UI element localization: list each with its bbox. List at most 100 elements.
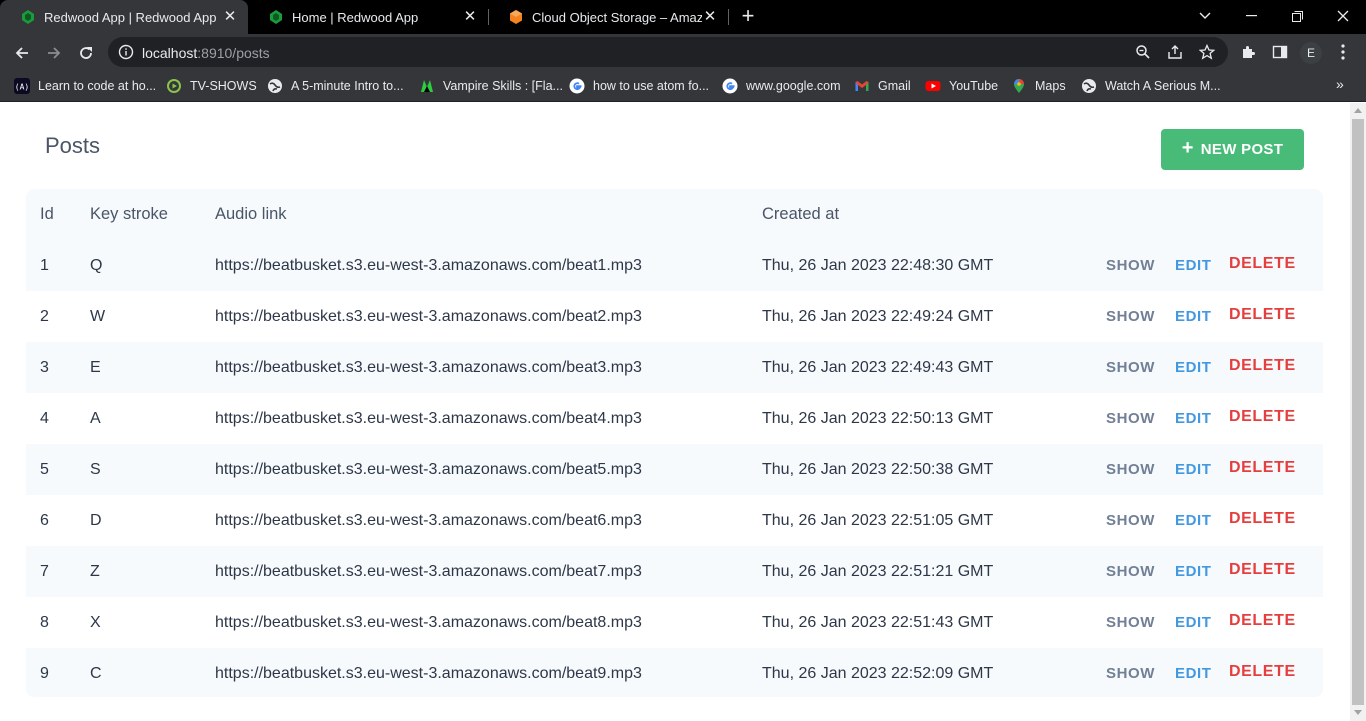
delete-button[interactable]: DELETE	[1229, 597, 1296, 648]
tab-search-icon[interactable]	[1182, 0, 1228, 30]
show-link[interactable]: SHOW	[1106, 342, 1155, 393]
table-row: 5 Shttps://beatbusket.s3.eu-west-3.amazon…	[26, 444, 1323, 495]
cell-created-at: Thu, 26 Jan 2023 22:50:38 GMT	[762, 461, 994, 478]
bookmark-watch-serious[interactable]: Watch A Serious M...	[1081, 76, 1221, 96]
delete-button[interactable]: DELETE	[1229, 444, 1296, 495]
table-header: Id Key stroke Audio link Created at	[26, 189, 1323, 240]
bookmark-label: Vampire Skills : [Fla...	[443, 79, 563, 93]
delete-button[interactable]: DELETE	[1229, 393, 1296, 444]
forward-icon[interactable]	[40, 38, 68, 66]
tab-strip: Redwood App | Redwood App ✕ Home | Redwo…	[0, 0, 1366, 34]
edit-link[interactable]: EDIT	[1175, 546, 1212, 597]
vertical-scrollbar[interactable]	[1350, 103, 1366, 721]
scroll-down-icon[interactable]	[1354, 710, 1362, 715]
scroll-up-icon[interactable]	[1354, 108, 1362, 113]
restore-icon[interactable]	[1274, 0, 1320, 30]
bookmark-label: Maps	[1035, 79, 1066, 93]
play-icon	[167, 79, 181, 93]
cell-created-at: Thu, 26 Jan 2023 22:51:21 GMT	[762, 563, 994, 580]
cell-id: 1	[40, 257, 49, 274]
tab-title: Cloud Object Storage – Amazon	[532, 9, 702, 25]
table-row: 4 Ahttps://beatbusket.s3.eu-west-3.amazon…	[26, 393, 1323, 444]
cell-id: 3	[40, 359, 49, 376]
tab-redwood-app[interactable]: Redwood App | Redwood App ✕	[0, 0, 248, 34]
show-link[interactable]: SHOW	[1106, 393, 1155, 444]
table-row: 3 Ehttps://beatbusket.s3.eu-west-3.amazon…	[26, 342, 1323, 393]
bookmark-star-icon[interactable]	[1199, 44, 1215, 60]
redwood-icon	[270, 10, 282, 24]
show-link[interactable]: SHOW	[1106, 597, 1155, 648]
svg-text:(A): (A)	[15, 83, 29, 92]
header-id: Id	[40, 205, 54, 223]
bookmark-learn-to-code[interactable]: (A) Learn to code at ho...	[14, 76, 156, 96]
bookmark-maps[interactable]: Maps	[1011, 76, 1066, 96]
url-path: :8910/posts	[197, 45, 270, 61]
tab-home-redwood[interactable]: Home | Redwood App ✕	[248, 0, 488, 34]
delete-button[interactable]: DELETE	[1229, 291, 1296, 342]
close-tab-icon[interactable]: ✕	[462, 9, 478, 25]
bookmark-youtube[interactable]: YouTube	[925, 76, 998, 96]
cell-key-stroke: D	[90, 512, 102, 529]
tab-title: Redwood App | Redwood App	[44, 9, 217, 25]
reload-icon[interactable]	[72, 38, 100, 66]
edit-link[interactable]: EDIT	[1175, 240, 1212, 291]
address-bar[interactable]: localhost:8910/posts	[108, 37, 1228, 67]
close-window-icon[interactable]	[1320, 0, 1366, 30]
edit-link[interactable]: EDIT	[1175, 495, 1212, 546]
tab-cloud-storage[interactable]: Cloud Object Storage – Amazon ✕	[488, 0, 728, 34]
bookmark-label: Gmail	[878, 79, 911, 93]
edit-link[interactable]: EDIT	[1175, 393, 1212, 444]
extensions-icon[interactable]	[1240, 44, 1256, 60]
bookmark-label: TV-SHOWS	[190, 79, 257, 93]
edit-link[interactable]: EDIT	[1175, 444, 1212, 495]
show-link[interactable]: SHOW	[1106, 648, 1155, 697]
bookmark-label: Learn to code at ho...	[38, 79, 157, 93]
menu-icon[interactable]	[1336, 43, 1350, 61]
bookmark-tv-shows[interactable]: TV-SHOWS	[166, 76, 257, 96]
delete-button[interactable]: DELETE	[1229, 495, 1296, 546]
edit-link[interactable]: EDIT	[1175, 291, 1212, 342]
close-tab-icon[interactable]: ✕	[702, 9, 718, 25]
bookmark-5-minute-intro[interactable]: A 5-minute Intro to...	[267, 76, 404, 96]
new-tab-icon[interactable]: +	[737, 5, 759, 28]
redwood-icon	[22, 10, 34, 24]
delete-button[interactable]: DELETE	[1229, 648, 1296, 697]
back-icon[interactable]	[8, 38, 36, 66]
page-viewport: Posts + NEW POST Id Key stroke Audio lin…	[0, 103, 1350, 721]
side-panel-icon[interactable]	[1272, 44, 1288, 60]
cell-audio-link: https://beatbusket.s3.eu-west-3.amazonaw…	[215, 257, 642, 274]
minimize-icon[interactable]	[1228, 0, 1274, 30]
zoom-icon[interactable]	[1135, 44, 1151, 60]
edit-link[interactable]: EDIT	[1175, 597, 1212, 648]
cell-id: 6	[40, 512, 49, 529]
page-title: Posts	[45, 133, 101, 158]
delete-button[interactable]: DELETE	[1229, 546, 1296, 597]
edit-link[interactable]: EDIT	[1175, 342, 1212, 393]
maps-icon	[1014, 79, 1024, 93]
bookmark-gmail[interactable]: Gmail	[854, 76, 911, 96]
header-created-at: Created at	[762, 205, 840, 223]
show-link[interactable]: SHOW	[1106, 444, 1155, 495]
cell-audio-link: https://beatbusket.s3.eu-west-3.amazonaw…	[215, 563, 642, 580]
show-link[interactable]: SHOW	[1106, 291, 1155, 342]
edit-link[interactable]: EDIT	[1175, 648, 1212, 697]
show-link[interactable]: SHOW	[1106, 240, 1155, 291]
cell-created-at: Thu, 26 Jan 2023 22:52:09 GMT	[762, 665, 994, 682]
delete-button[interactable]: DELETE	[1229, 240, 1296, 291]
delete-button[interactable]: DELETE	[1229, 342, 1296, 393]
bookmark-vampire-skills[interactable]: Vampire Skills : [Fla...	[419, 76, 563, 96]
freecodecamp-icon: (A)	[14, 78, 30, 94]
bookmarks-overflow-button[interactable]: »	[1336, 76, 1344, 92]
scrollbar-thumb[interactable]	[1352, 119, 1364, 705]
show-link[interactable]: SHOW	[1106, 495, 1155, 546]
new-post-button[interactable]: + NEW POST	[1161, 129, 1304, 170]
cell-id: 7	[40, 563, 49, 580]
info-icon[interactable]	[118, 44, 134, 60]
bookmark-atom[interactable]: how to use atom fo...	[569, 76, 709, 96]
show-link[interactable]: SHOW	[1106, 546, 1155, 597]
profile-avatar[interactable]: E	[1300, 42, 1322, 64]
bookmark-google[interactable]: www.google.com	[722, 76, 841, 96]
share-icon[interactable]	[1167, 44, 1183, 60]
globe-icon	[1082, 79, 1096, 93]
close-tab-icon[interactable]: ✕	[222, 9, 238, 25]
